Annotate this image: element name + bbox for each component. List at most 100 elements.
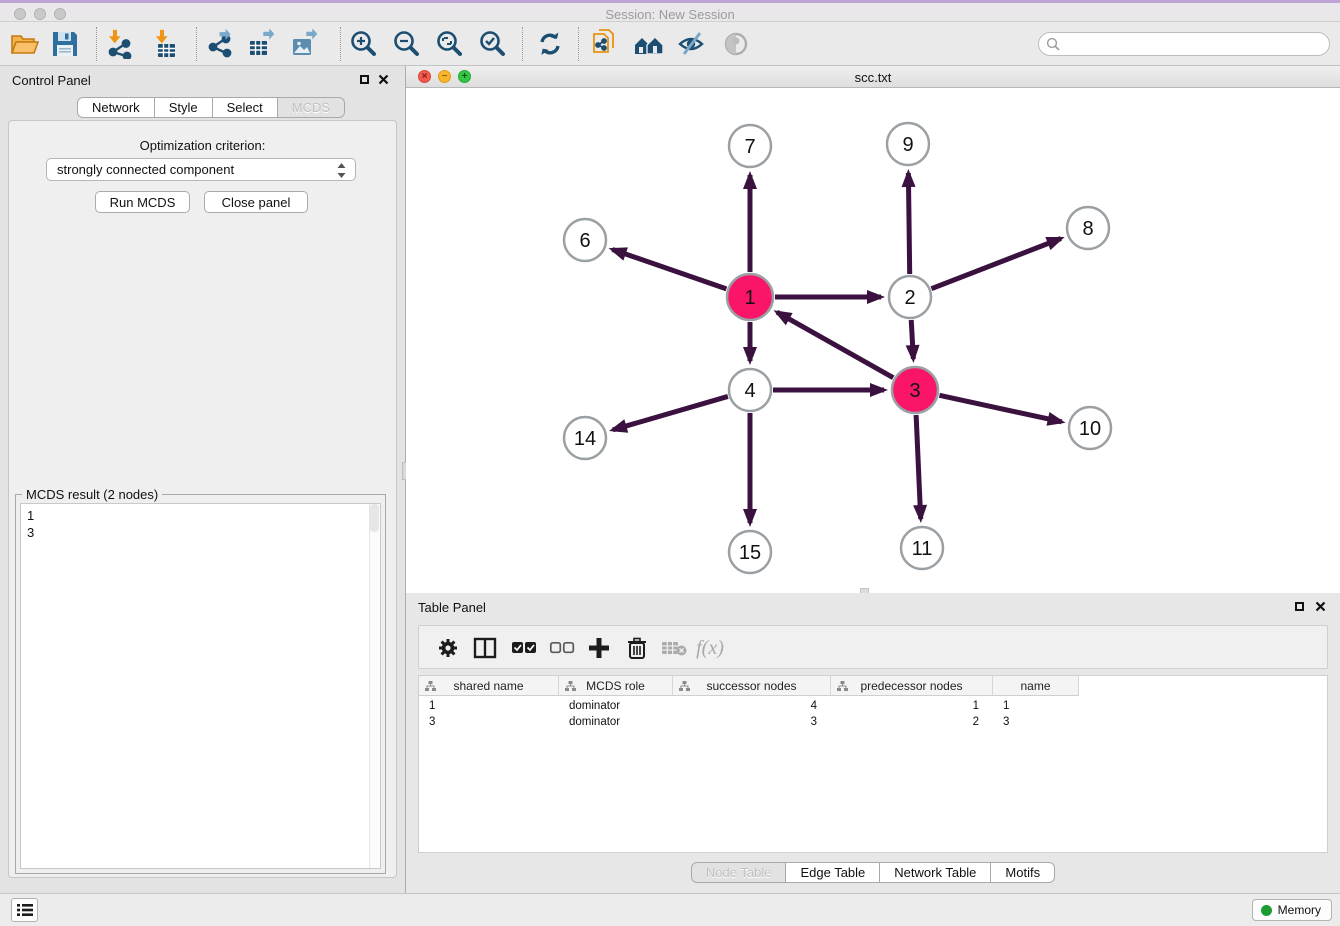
svg-text:8: 8 [1082,218,1093,240]
refresh-icon[interactable] [533,29,567,59]
memory-label: Memory [1278,903,1321,917]
graph-node-4[interactable]: 4 [729,369,771,411]
edge-3-10[interactable] [939,395,1061,422]
edge-3-11[interactable] [916,415,921,519]
show-all-icon[interactable] [720,29,754,59]
svg-text:11: 11 [912,538,933,560]
edge-1-6[interactable] [612,249,726,288]
tab-style[interactable]: Style [155,97,213,118]
memory-button[interactable]: Memory [1252,899,1332,921]
tab-node-table[interactable]: Node Table [691,862,787,883]
tab-edge-table[interactable]: Edge Table [786,862,880,883]
open-session-icon[interactable] [8,29,42,59]
cell-name: 1 [993,698,1079,714]
edge-3-1[interactable] [777,312,893,378]
toolbar-separator [96,27,97,61]
mcds-result-text: 1 3 [21,504,380,541]
graph-node-11[interactable]: 11 [901,527,943,569]
optimization-criterion-dropdown[interactable]: strongly connected component [46,158,356,181]
svg-text:4: 4 [744,380,755,402]
svg-text:2: 2 [904,287,915,309]
table-tabs: Node TableEdge TableNetwork TableMotifs [406,862,1340,883]
network-canvas[interactable]: 7 9 6 8 1 2 4 3 14 10 15 11 [406,88,1340,593]
cell-MCDS-role: dominator [559,714,673,730]
table-panel: Table Panel f(x) shared nameMCDS rolesuc… [406,593,1340,893]
close-table-panel-icon[interactable] [1315,601,1326,612]
graph-node-10[interactable]: 10 [1069,407,1111,449]
network-window-titlebar[interactable]: × − + scc.txt [406,66,1340,88]
edge-2-3[interactable] [911,320,913,359]
cell-successor-nodes: 4 [673,698,831,714]
tab-network-table[interactable]: Network Table [880,862,991,883]
run-mcds-button[interactable]: Run MCDS [95,191,190,213]
column-header-successor-nodes[interactable]: successor nodes [673,676,831,696]
tab-motifs[interactable]: Motifs [991,862,1055,883]
app-titlebar: Session: New Session [0,0,1340,22]
clone-network-icon[interactable] [588,29,622,59]
svg-text:14: 14 [574,428,596,450]
control-panel-tabs: NetworkStyleSelectMCDS [77,97,345,118]
svg-text:9: 9 [902,134,913,156]
graph-node-3[interactable]: 3 [892,367,938,413]
select-all-icon[interactable] [509,633,539,663]
zoom-fit-icon[interactable] [432,29,466,59]
table-panel-title: Table Panel [418,600,486,615]
function-builder-icon: f(x) [695,633,725,663]
settings-gear-icon[interactable] [433,633,463,663]
import-network-icon[interactable] [103,29,137,59]
zoom-selected-icon[interactable] [475,29,509,59]
svg-text:15: 15 [739,542,761,564]
search-input[interactable] [1038,32,1330,56]
save-session-icon[interactable] [48,29,82,59]
toolbar-separator [578,27,579,61]
graph-node-7[interactable]: 7 [729,125,771,167]
toolbar-separator [340,27,341,61]
task-history-button[interactable] [11,898,38,922]
graph-node-14[interactable]: 14 [564,417,606,459]
svg-text:10: 10 [1079,418,1101,440]
graph-node-9[interactable]: 9 [887,123,929,165]
mcds-result-textarea[interactable]: 1 3 [20,503,381,869]
edge-4-14[interactable] [613,396,728,429]
column-header-predecessor-nodes[interactable]: predecessor nodes [831,676,993,696]
export-table-icon[interactable] [246,29,280,59]
graph-node-15[interactable]: 15 [729,531,771,573]
session-title: Session: New Session [0,7,1340,22]
result-scrollbar[interactable] [369,504,380,868]
close-panel-button[interactable]: Close panel [204,191,308,213]
zoom-in-icon[interactable] [346,29,380,59]
tab-mcds[interactable]: MCDS [278,97,345,118]
unselect-all-icon[interactable] [547,633,577,663]
graph-node-1[interactable]: 1 [727,274,773,320]
export-image-icon[interactable] [289,29,323,59]
float-panel-icon[interactable] [360,75,369,84]
optimization-criterion-label: Optimization criterion: [9,138,396,153]
list-icon [17,903,33,917]
graph-node-2[interactable]: 2 [889,276,931,318]
column-header-shared-name[interactable]: shared name [419,676,559,696]
table-header-row: shared nameMCDS rolesuccessor nodesprede… [419,676,1079,696]
svg-text:6: 6 [579,230,590,252]
column-header-MCDS-role[interactable]: MCDS role [559,676,673,696]
export-network-icon[interactable] [203,29,237,59]
close-panel-icon[interactable] [378,74,389,85]
table-row[interactable]: 1dominator411 [419,698,1079,714]
table-row[interactable]: 3dominator323 [419,714,1079,730]
edge-2-8[interactable] [931,238,1061,288]
hide-selected-icon[interactable] [676,29,710,59]
graph-node-8[interactable]: 8 [1067,207,1109,249]
first-neighbors-icon[interactable] [632,29,666,59]
edge-2-9[interactable] [908,173,909,274]
control-panel: Control Panel NetworkStyleSelectMCDS Opt… [0,66,405,893]
network-graph[interactable]: 7 9 6 8 1 2 4 3 14 10 15 11 [406,88,1340,593]
graph-node-6[interactable]: 6 [564,219,606,261]
float-table-panel-icon[interactable] [1295,602,1304,611]
column-header-name[interactable]: name [993,676,1079,696]
tab-network[interactable]: Network [77,97,155,118]
delete-row-icon[interactable] [622,633,652,663]
tab-select[interactable]: Select [213,97,278,118]
column-visibility-icon[interactable] [470,633,500,663]
import-table-icon[interactable] [149,29,183,59]
zoom-out-icon[interactable] [389,29,423,59]
add-row-icon[interactable] [584,633,614,663]
